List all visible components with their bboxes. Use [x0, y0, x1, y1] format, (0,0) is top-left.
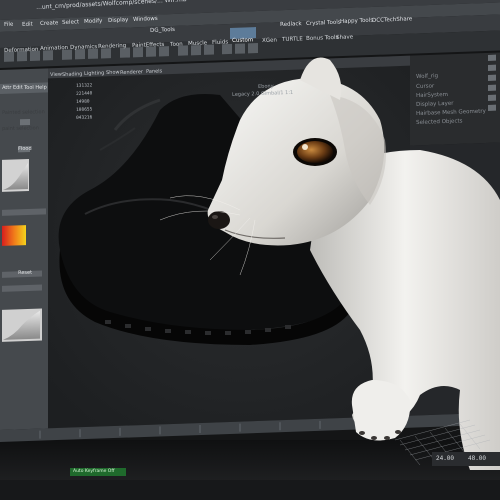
shelf-tab-xgen[interactable]: XGen: [262, 37, 277, 44]
shelf-tab-turtle[interactable]: TURTLE: [282, 36, 303, 43]
menu-windows[interactable]: Windows: [133, 16, 158, 23]
flood-button[interactable]: Flood: [18, 146, 32, 152]
viewport-menu-renderer[interactable]: Renderer: [120, 69, 143, 76]
outliner-item-0[interactable]: Wolf_rig: [416, 73, 438, 80]
hud-object-name: Ebony: [258, 83, 274, 90]
shelf-tab-shave[interactable]: Shave: [336, 34, 353, 41]
poly-stat-faces: 14980: [76, 99, 90, 105]
shelf-tab-bonus[interactable]: Bonus Tools: [306, 35, 338, 42]
shelf-tab-custom[interactable]: Custom: [232, 37, 253, 44]
viewport-menu-view[interactable]: View: [50, 72, 62, 78]
menu-display[interactable]: Display: [108, 17, 129, 24]
menu-create[interactable]: Create: [40, 20, 59, 27]
menu-file[interactable]: File: [4, 22, 13, 28]
viewport-menu-show[interactable]: Show: [106, 70, 120, 76]
shelf-tab-deformation[interactable]: Deformation: [4, 47, 39, 54]
tab-tool-help[interactable]: Tool Help: [24, 85, 47, 91]
shelf-tab-fluids[interactable]: Fluids: [212, 39, 228, 46]
menu-select[interactable]: Select: [62, 19, 79, 26]
shelf-tab-painteffects[interactable]: PaintEffects: [132, 42, 165, 49]
shelf-tab-toon[interactable]: Toon: [170, 42, 183, 48]
tab-attr-edit[interactable]: Attr Edit: [2, 85, 23, 91]
poly-stat-edges: 221440: [76, 91, 93, 97]
menu-modify[interactable]: Modify: [84, 18, 102, 25]
menu-edit[interactable]: Edit: [22, 22, 33, 28]
menu-dgtools[interactable]: DG_Tools: [150, 27, 175, 34]
shelf-tab-muscle[interactable]: Muscle: [188, 40, 207, 47]
viewport-menu-shading[interactable]: Shading: [62, 71, 83, 78]
poly-stat-tris: 108655: [76, 107, 93, 113]
shelf-tab-dynamics[interactable]: Dynamics: [70, 44, 97, 51]
shelf-tab-animation[interactable]: Animation: [40, 45, 68, 52]
outliner-item-2[interactable]: HairSystem: [416, 92, 448, 99]
poly-stat-verts: 131322: [76, 83, 93, 89]
menu-redlack[interactable]: Redlack: [280, 21, 302, 28]
status-text: Auto Keyframe Off: [73, 469, 115, 474]
viewport-menu-lighting[interactable]: Lighting: [84, 70, 104, 77]
time-end-field[interactable]: 48.00: [468, 455, 486, 462]
outliner-item-1[interactable]: Cursor: [416, 83, 434, 90]
poly-stat-uvs: 043216: [76, 115, 93, 121]
shelf-tab-rendering[interactable]: Rendering: [98, 43, 126, 50]
reset-button[interactable]: Reset: [18, 270, 32, 276]
panel-row-paint-selection: paint selection: [2, 125, 39, 132]
time-current-field[interactable]: 24.00: [436, 455, 454, 462]
viewport-menu-panels[interactable]: Panels: [146, 68, 162, 75]
panel-row-painted-selection: Painted selection: [2, 109, 45, 116]
